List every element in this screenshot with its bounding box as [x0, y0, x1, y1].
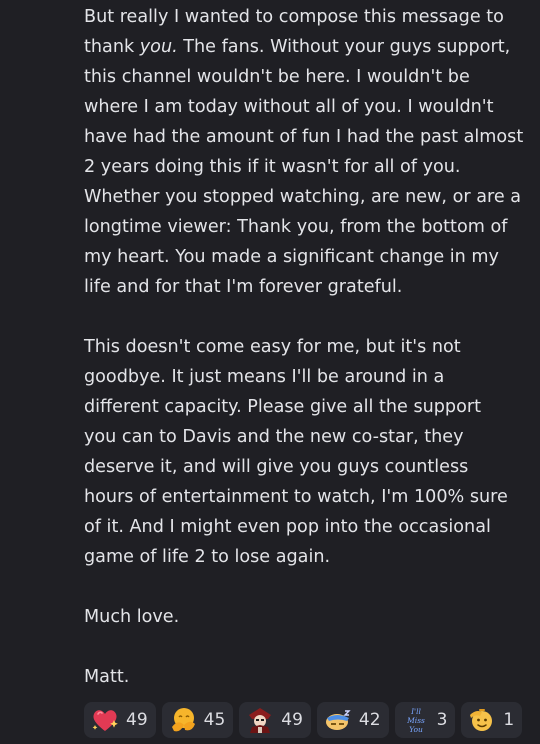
- reaction-custom-character[interactable]: 49: [239, 702, 311, 738]
- message-line: hours of entertainment to watch, I'm 100…: [84, 487, 508, 507]
- reaction-count: 49: [281, 710, 303, 730]
- message-line: deserve it, and will give you guys count…: [84, 457, 469, 477]
- reaction-count: 49: [126, 710, 148, 730]
- custom-sleeping-emoji-icon: [323, 705, 353, 735]
- reaction-count: 1: [503, 710, 515, 730]
- message-line: 2 years doing this if it wasn't for all …: [84, 157, 461, 177]
- reaction-count: 45: [203, 710, 226, 730]
- emphasis-text: you.: [139, 37, 178, 57]
- hug-emoji-icon: [168, 705, 198, 735]
- reaction-count: 3: [436, 710, 448, 730]
- reaction-saluting-face[interactable]: 1: [461, 702, 523, 738]
- message-line: have had the amount of fun I had the pas…: [84, 127, 524, 147]
- reaction-ill-miss-you[interactable]: I'll Miss You 3: [394, 702, 456, 738]
- message-line: This doesn't come easy for me, but it's …: [84, 337, 461, 357]
- message-line: goodbye. It just means I'll be around in…: [84, 367, 445, 387]
- message-line: different capacity. Please give all the …: [84, 397, 482, 417]
- message-signature: Matt.: [84, 667, 130, 687]
- message-line: But really I wanted to compose this mess…: [84, 7, 504, 27]
- reaction-custom-sleeping[interactable]: 42: [316, 702, 389, 738]
- message-line: Much love.: [84, 607, 180, 627]
- svg-text:Miss: Miss: [406, 716, 425, 725]
- message-text: The fans. Without your guys support,: [183, 37, 511, 57]
- sparkle-heart-icon: [90, 705, 120, 735]
- message-line: where I am today without all of you. I w…: [84, 97, 494, 117]
- message-line: game of life 2 to lose again.: [84, 547, 331, 567]
- custom-character-emoji-icon: [245, 705, 275, 735]
- message-body: But really I wanted to compose this mess…: [84, 2, 530, 692]
- message-line: my heart. You made a significant change …: [84, 247, 499, 267]
- message-line: longtime viewer: Thank you, from the bot…: [84, 217, 508, 237]
- reaction-count: 42: [358, 710, 381, 730]
- message-line: Whether you stopped watching, are new, o…: [84, 187, 522, 207]
- ill-miss-you-emoji-icon: I'll Miss You: [401, 705, 431, 735]
- reaction-sparkle-heart[interactable]: 49: [84, 702, 156, 738]
- message-line: you can to Davis and the new co-star, th…: [84, 427, 464, 447]
- message-text: thank: [84, 37, 140, 57]
- message-line: of it. And I might even pop into the occ…: [84, 517, 491, 537]
- message-line: this channel wouldn't be here. I wouldn'…: [84, 67, 470, 87]
- reactions-bar: 49 45 49 42 I'll Miss You 3 1: [84, 702, 523, 738]
- reaction-hug[interactable]: 45: [161, 702, 234, 738]
- message-line: life and for that I'm forever grateful.: [84, 277, 403, 297]
- svg-text:You: You: [409, 725, 423, 734]
- message-line: thank you. The fans. Without your guys s…: [84, 32, 530, 62]
- saluting-face-icon: [467, 705, 497, 735]
- svg-text:I'll: I'll: [410, 707, 421, 716]
